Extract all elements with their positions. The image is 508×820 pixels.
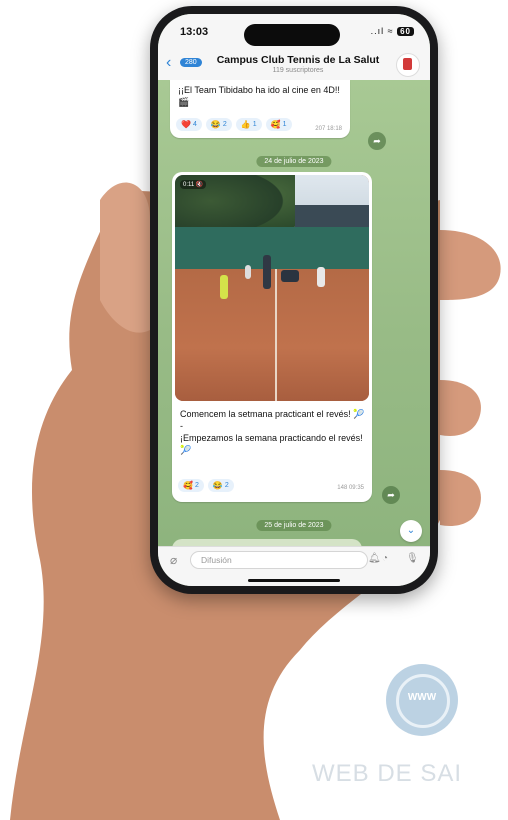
photo-player — [263, 255, 271, 289]
photo-court — [175, 269, 369, 401]
reaction-chip[interactable]: 🥰 2 — [178, 479, 204, 492]
photo-court-line — [275, 269, 277, 401]
globe-logo-icon: WWW — [386, 664, 458, 736]
globe-logo-label: WWW — [407, 692, 437, 703]
reaction-count: 1 — [282, 121, 287, 128]
phone-screen: 13:03 ..ıl ≈ 60 ‹ 280 Campus Club Tennis… — [158, 14, 430, 586]
phone-frame: 13:03 ..ıl ≈ 60 ‹ 280 Campus Club Tennis… — [150, 6, 438, 594]
attachment-clip-icon[interactable]: ⌀ — [170, 553, 177, 567]
message-input[interactable] — [190, 551, 368, 569]
date-separator: 24 de julio de 2023 — [256, 156, 332, 167]
back-unread-badge[interactable]: 280 — [180, 58, 202, 67]
smiling-hearts-icon: 🥰 — [183, 481, 193, 490]
photo-fence — [175, 227, 369, 269]
channel-title[interactable]: Campus Club Tennis de La Salut — [208, 54, 388, 66]
signal-icon: ..ıl — [370, 26, 385, 36]
message-text-spanish: ¡Empezamos la semana practicando el revé… — [180, 433, 363, 455]
share-arrow-icon[interactable]: ➦ — [368, 132, 386, 150]
battery-icon: 60 — [397, 27, 414, 36]
microphone-icon[interactable]: 🎙︎ — [406, 553, 419, 564]
reaction-count: 1 — [252, 121, 257, 128]
wifi-icon: ≈ — [387, 26, 394, 36]
reaction-count: 2 — [222, 121, 227, 128]
chat-header: ‹ 280 Campus Club Tennis de La Salut 119… — [158, 48, 430, 81]
reaction-chip[interactable]: 😂 2 — [205, 118, 232, 131]
smiling-hearts-icon: 🥰 — [270, 120, 281, 129]
date-separator: 25 de julio de 2023 — [256, 520, 332, 531]
photo-player — [281, 270, 299, 282]
channel-subscribers: 119 suscriptores — [272, 67, 324, 74]
timer-icon[interactable]: ◔ — [382, 553, 388, 564]
reaction-chip[interactable]: 🥰 1 — [265, 118, 292, 131]
message-bubble[interactable]: ¡¡El Team Tibidabo ha ido al cine en 4D!… — [170, 80, 350, 138]
message-views-time: 207 18:18 — [315, 126, 342, 132]
reaction-count: 2 — [194, 482, 199, 489]
reaction-count: 4 — [192, 121, 197, 128]
photo-player — [317, 267, 325, 287]
laughing-face-icon: 😂 — [212, 481, 223, 490]
scroll-down-chevron-icon[interactable]: ⌄ — [400, 520, 422, 542]
status-time: 13:03 — [180, 26, 209, 38]
message-views-time: 148 09:35 — [337, 485, 364, 491]
reaction-chip[interactable]: ❤️ 4 — [176, 118, 202, 131]
message-text: Comencem la setmana practicant el revés!… — [180, 408, 368, 456]
photo-player — [245, 265, 251, 279]
message-text-catalan: Comencem la setmana practicant el revés!… — [180, 409, 365, 419]
photo-roof — [295, 205, 369, 227]
bottom-bar: ⌀ 🔔︎ ◔ 🎙︎ — [158, 546, 430, 586]
channel-avatar[interactable] — [396, 53, 420, 77]
heart-icon: ❤️ — [181, 120, 191, 129]
reactions-row: ❤️ 4 😂 2 👍 1 🥰 1 — [176, 118, 292, 131]
video-duration: 0:11 🔇 — [180, 180, 207, 189]
chat-area[interactable]: ¡¡El Team Tibidabo ha ido al cine en 4D!… — [158, 80, 430, 549]
laughing-face-icon: 😂 — [210, 120, 221, 129]
reaction-chip[interactable]: 👍 1 — [235, 118, 262, 131]
message-separator: - — [180, 421, 183, 431]
message-bubble[interactable]: 0:11 🔇 Comencem la setmana practicant el… — [172, 172, 372, 502]
back-chevron-icon[interactable]: ‹ — [166, 54, 171, 72]
video-thumbnail[interactable]: 0:11 🔇 — [175, 175, 369, 401]
message-text: ¡¡El Team Tibidabo ha ido al cine en 4D!… — [178, 85, 340, 107]
photo-player — [220, 275, 228, 299]
status-bar: 13:03 ..ıl ≈ 60 — [158, 14, 430, 48]
reaction-count: 2 — [224, 482, 229, 489]
home-indicator — [248, 579, 340, 582]
status-icons: ..ıl ≈ 60 — [371, 26, 414, 36]
notification-bell-icon[interactable]: 🔔︎ — [368, 553, 381, 564]
dynamic-island — [244, 24, 340, 46]
watermark-text: WEB DE SAI — [312, 760, 463, 787]
share-arrow-icon[interactable]: ➦ — [382, 486, 400, 504]
reactions-row: 🥰 2 😂 2 — [178, 479, 234, 492]
reaction-chip[interactable]: 😂 2 — [207, 479, 234, 492]
thumbs-up-icon: 👍 — [240, 120, 251, 129]
